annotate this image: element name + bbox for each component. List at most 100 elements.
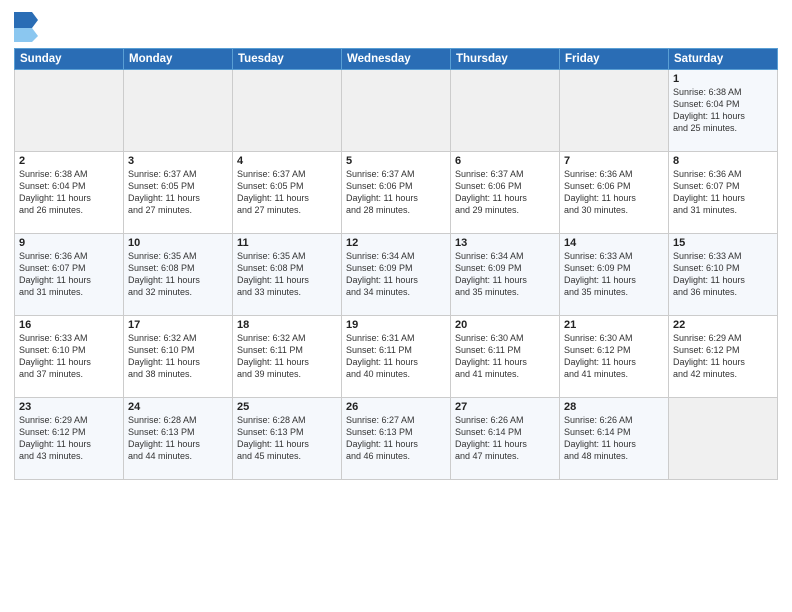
logo-icon bbox=[14, 12, 38, 42]
day-number: 13 bbox=[455, 237, 555, 249]
calendar-week-row: 23Sunrise: 6:29 AM Sunset: 6:12 PM Dayli… bbox=[15, 398, 778, 480]
day-info: Sunrise: 6:32 AM Sunset: 6:10 PM Dayligh… bbox=[128, 332, 228, 381]
day-number: 14 bbox=[564, 237, 664, 249]
day-info: Sunrise: 6:34 AM Sunset: 6:09 PM Dayligh… bbox=[346, 250, 446, 299]
header bbox=[14, 12, 778, 42]
calendar-cell bbox=[233, 70, 342, 152]
calendar-cell: 19Sunrise: 6:31 AM Sunset: 6:11 PM Dayli… bbox=[342, 316, 451, 398]
day-number: 8 bbox=[673, 155, 773, 167]
day-number: 17 bbox=[128, 319, 228, 331]
calendar-cell: 26Sunrise: 6:27 AM Sunset: 6:13 PM Dayli… bbox=[342, 398, 451, 480]
day-number: 18 bbox=[237, 319, 337, 331]
day-number: 1 bbox=[673, 73, 773, 85]
weekday-header-friday: Friday bbox=[560, 49, 669, 70]
day-info: Sunrise: 6:38 AM Sunset: 6:04 PM Dayligh… bbox=[673, 86, 773, 135]
day-number: 21 bbox=[564, 319, 664, 331]
day-number: 4 bbox=[237, 155, 337, 167]
day-info: Sunrise: 6:29 AM Sunset: 6:12 PM Dayligh… bbox=[673, 332, 773, 381]
calendar-week-row: 1Sunrise: 6:38 AM Sunset: 6:04 PM Daylig… bbox=[15, 70, 778, 152]
day-number: 26 bbox=[346, 401, 446, 413]
day-number: 10 bbox=[128, 237, 228, 249]
day-number: 19 bbox=[346, 319, 446, 331]
day-number: 7 bbox=[564, 155, 664, 167]
calendar-cell: 20Sunrise: 6:30 AM Sunset: 6:11 PM Dayli… bbox=[451, 316, 560, 398]
calendar-cell: 11Sunrise: 6:35 AM Sunset: 6:08 PM Dayli… bbox=[233, 234, 342, 316]
day-info: Sunrise: 6:34 AM Sunset: 6:09 PM Dayligh… bbox=[455, 250, 555, 299]
day-info: Sunrise: 6:26 AM Sunset: 6:14 PM Dayligh… bbox=[564, 414, 664, 463]
calendar-cell: 9Sunrise: 6:36 AM Sunset: 6:07 PM Daylig… bbox=[15, 234, 124, 316]
calendar-cell: 1Sunrise: 6:38 AM Sunset: 6:04 PM Daylig… bbox=[669, 70, 778, 152]
calendar-week-row: 2Sunrise: 6:38 AM Sunset: 6:04 PM Daylig… bbox=[15, 152, 778, 234]
day-info: Sunrise: 6:37 AM Sunset: 6:05 PM Dayligh… bbox=[128, 168, 228, 217]
day-info: Sunrise: 6:26 AM Sunset: 6:14 PM Dayligh… bbox=[455, 414, 555, 463]
calendar-cell: 12Sunrise: 6:34 AM Sunset: 6:09 PM Dayli… bbox=[342, 234, 451, 316]
calendar-cell bbox=[124, 70, 233, 152]
calendar-cell: 21Sunrise: 6:30 AM Sunset: 6:12 PM Dayli… bbox=[560, 316, 669, 398]
day-info: Sunrise: 6:36 AM Sunset: 6:07 PM Dayligh… bbox=[673, 168, 773, 217]
day-info: Sunrise: 6:29 AM Sunset: 6:12 PM Dayligh… bbox=[19, 414, 119, 463]
calendar-week-row: 9Sunrise: 6:36 AM Sunset: 6:07 PM Daylig… bbox=[15, 234, 778, 316]
day-number: 27 bbox=[455, 401, 555, 413]
calendar-cell: 10Sunrise: 6:35 AM Sunset: 6:08 PM Dayli… bbox=[124, 234, 233, 316]
page: SundayMondayTuesdayWednesdayThursdayFrid… bbox=[0, 0, 792, 612]
calendar-cell: 4Sunrise: 6:37 AM Sunset: 6:05 PM Daylig… bbox=[233, 152, 342, 234]
day-number: 15 bbox=[673, 237, 773, 249]
calendar-cell bbox=[451, 70, 560, 152]
calendar-cell: 5Sunrise: 6:37 AM Sunset: 6:06 PM Daylig… bbox=[342, 152, 451, 234]
calendar-cell: 2Sunrise: 6:38 AM Sunset: 6:04 PM Daylig… bbox=[15, 152, 124, 234]
weekday-header-sunday: Sunday bbox=[15, 49, 124, 70]
calendar-cell: 14Sunrise: 6:33 AM Sunset: 6:09 PM Dayli… bbox=[560, 234, 669, 316]
day-number: 9 bbox=[19, 237, 119, 249]
calendar-cell: 16Sunrise: 6:33 AM Sunset: 6:10 PM Dayli… bbox=[15, 316, 124, 398]
day-info: Sunrise: 6:33 AM Sunset: 6:10 PM Dayligh… bbox=[673, 250, 773, 299]
day-number: 12 bbox=[346, 237, 446, 249]
day-info: Sunrise: 6:36 AM Sunset: 6:06 PM Dayligh… bbox=[564, 168, 664, 217]
weekday-header-saturday: Saturday bbox=[669, 49, 778, 70]
calendar-week-row: 16Sunrise: 6:33 AM Sunset: 6:10 PM Dayli… bbox=[15, 316, 778, 398]
calendar-cell: 25Sunrise: 6:28 AM Sunset: 6:13 PM Dayli… bbox=[233, 398, 342, 480]
day-number: 20 bbox=[455, 319, 555, 331]
calendar-cell: 7Sunrise: 6:36 AM Sunset: 6:06 PM Daylig… bbox=[560, 152, 669, 234]
day-info: Sunrise: 6:33 AM Sunset: 6:09 PM Dayligh… bbox=[564, 250, 664, 299]
day-info: Sunrise: 6:30 AM Sunset: 6:12 PM Dayligh… bbox=[564, 332, 664, 381]
day-number: 5 bbox=[346, 155, 446, 167]
day-number: 3 bbox=[128, 155, 228, 167]
day-info: Sunrise: 6:38 AM Sunset: 6:04 PM Dayligh… bbox=[19, 168, 119, 217]
weekday-header-monday: Monday bbox=[124, 49, 233, 70]
day-number: 2 bbox=[19, 155, 119, 167]
calendar-cell: 22Sunrise: 6:29 AM Sunset: 6:12 PM Dayli… bbox=[669, 316, 778, 398]
calendar-cell: 8Sunrise: 6:36 AM Sunset: 6:07 PM Daylig… bbox=[669, 152, 778, 234]
day-number: 25 bbox=[237, 401, 337, 413]
day-number: 24 bbox=[128, 401, 228, 413]
calendar-cell: 15Sunrise: 6:33 AM Sunset: 6:10 PM Dayli… bbox=[669, 234, 778, 316]
day-info: Sunrise: 6:36 AM Sunset: 6:07 PM Dayligh… bbox=[19, 250, 119, 299]
day-number: 23 bbox=[19, 401, 119, 413]
day-number: 16 bbox=[19, 319, 119, 331]
calendar-cell bbox=[560, 70, 669, 152]
weekday-header-row: SundayMondayTuesdayWednesdayThursdayFrid… bbox=[15, 49, 778, 70]
calendar-cell: 27Sunrise: 6:26 AM Sunset: 6:14 PM Dayli… bbox=[451, 398, 560, 480]
day-info: Sunrise: 6:37 AM Sunset: 6:05 PM Dayligh… bbox=[237, 168, 337, 217]
weekday-header-tuesday: Tuesday bbox=[233, 49, 342, 70]
day-info: Sunrise: 6:30 AM Sunset: 6:11 PM Dayligh… bbox=[455, 332, 555, 381]
calendar-cell: 24Sunrise: 6:28 AM Sunset: 6:13 PM Dayli… bbox=[124, 398, 233, 480]
day-info: Sunrise: 6:35 AM Sunset: 6:08 PM Dayligh… bbox=[128, 250, 228, 299]
calendar-cell: 3Sunrise: 6:37 AM Sunset: 6:05 PM Daylig… bbox=[124, 152, 233, 234]
day-info: Sunrise: 6:28 AM Sunset: 6:13 PM Dayligh… bbox=[128, 414, 228, 463]
day-number: 22 bbox=[673, 319, 773, 331]
weekday-header-thursday: Thursday bbox=[451, 49, 560, 70]
calendar-cell: 13Sunrise: 6:34 AM Sunset: 6:09 PM Dayli… bbox=[451, 234, 560, 316]
day-info: Sunrise: 6:27 AM Sunset: 6:13 PM Dayligh… bbox=[346, 414, 446, 463]
day-number: 28 bbox=[564, 401, 664, 413]
weekday-header-wednesday: Wednesday bbox=[342, 49, 451, 70]
calendar-cell: 6Sunrise: 6:37 AM Sunset: 6:06 PM Daylig… bbox=[451, 152, 560, 234]
calendar-cell bbox=[15, 70, 124, 152]
day-info: Sunrise: 6:33 AM Sunset: 6:10 PM Dayligh… bbox=[19, 332, 119, 381]
day-info: Sunrise: 6:37 AM Sunset: 6:06 PM Dayligh… bbox=[455, 168, 555, 217]
calendar-cell: 17Sunrise: 6:32 AM Sunset: 6:10 PM Dayli… bbox=[124, 316, 233, 398]
day-info: Sunrise: 6:35 AM Sunset: 6:08 PM Dayligh… bbox=[237, 250, 337, 299]
calendar-cell: 23Sunrise: 6:29 AM Sunset: 6:12 PM Dayli… bbox=[15, 398, 124, 480]
day-info: Sunrise: 6:28 AM Sunset: 6:13 PM Dayligh… bbox=[237, 414, 337, 463]
calendar-cell bbox=[342, 70, 451, 152]
calendar-cell bbox=[669, 398, 778, 480]
